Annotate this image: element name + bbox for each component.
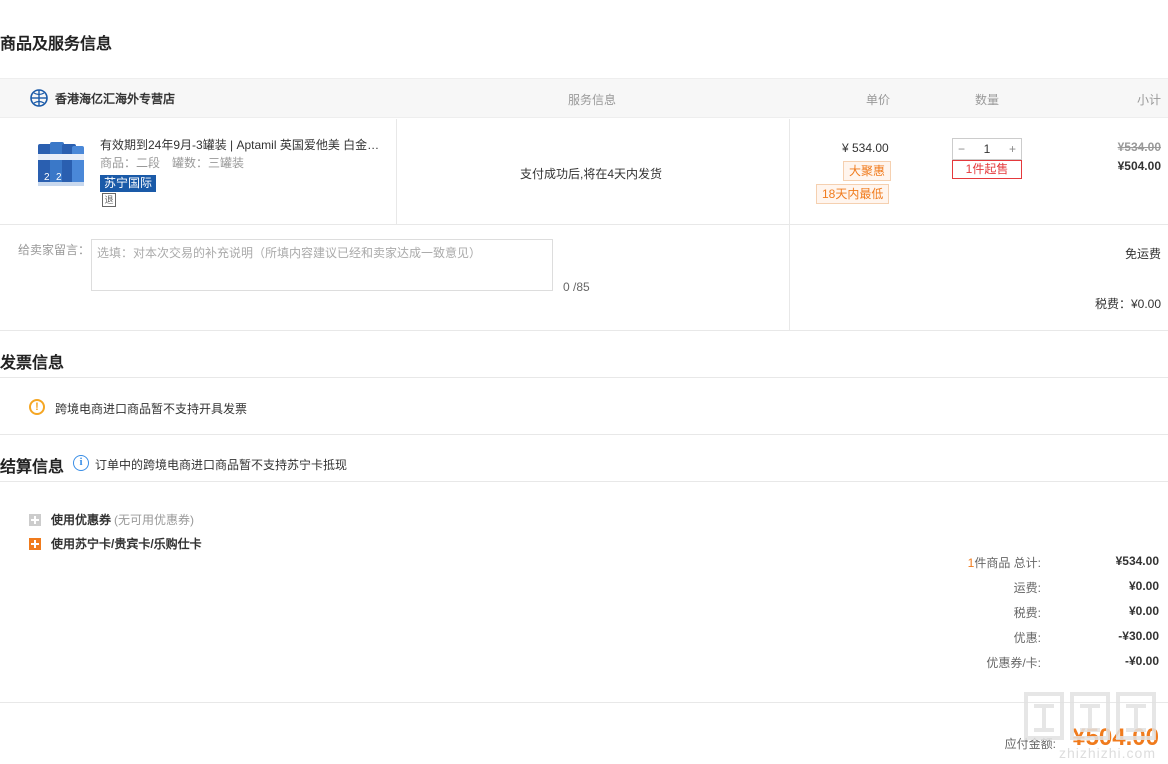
divider [0, 224, 1168, 225]
use-coupon-toggle[interactable]: 使用优惠券 (无可用优惠券) [29, 511, 194, 528]
coupon-availability: (无可用优惠券) [114, 513, 195, 527]
shop-name: 香港海亿汇海外专营店 [55, 91, 176, 106]
seller-message-input[interactable] [91, 239, 553, 291]
divider [0, 330, 1168, 331]
expand-icon [29, 537, 41, 550]
seller-message-label: 给卖家留言： [18, 243, 91, 257]
goods-total: ¥534.00 [1115, 554, 1159, 568]
warning-icon: ! [29, 399, 45, 415]
discount-value: -¥30.00 [1118, 629, 1159, 643]
invoice-section-title: 发票信息 [0, 355, 65, 372]
lowest-price-tag: 18天内最低 [816, 184, 890, 204]
col-price: 单价 [866, 93, 891, 107]
qty-plus-button[interactable]: + [1009, 142, 1016, 156]
use-coupon-label: 使用优惠券 [51, 513, 112, 527]
divider [396, 119, 397, 224]
coupon-card-label: 优惠券/卡: [986, 656, 1041, 670]
item-count-label: 1件商品 总计: [968, 554, 1041, 571]
promo-tag: 大聚惠 [843, 161, 892, 181]
use-card-toggle[interactable]: 使用苏宁卡/贵宾卡/乐购仕卡 [29, 535, 202, 552]
divider [0, 377, 1168, 378]
svg-text:2: 2 [44, 172, 50, 183]
tax-fee: 税费：¥0.00 [1094, 297, 1161, 311]
settle-section-title: 结算信息 [0, 459, 65, 476]
info-icon: i [73, 455, 89, 471]
col-qty: 数量 [975, 93, 1000, 107]
divider [0, 434, 1168, 435]
quantity-stepper: − 1 + [952, 138, 1022, 160]
shop-name-link[interactable]: 香港海亿汇海外专营店 [30, 89, 175, 107]
col-service: 服务信息 [568, 93, 617, 107]
globe-icon [30, 89, 48, 107]
expand-icon [29, 513, 41, 526]
tax-label: 税费: [1013, 606, 1041, 620]
discount-label: 优惠: [1013, 631, 1041, 645]
suning-international-badge: 苏宁国际 [100, 175, 157, 192]
attr-goods: 商品：二段 [100, 156, 161, 170]
goods-section-title: 商品及服务信息 [0, 36, 113, 53]
qty-minus-button[interactable]: − [958, 142, 965, 156]
invoice-note: 跨境电商进口商品暂不支持开具发票 [55, 402, 248, 416]
service-info: 支付成功后,将在4天内发货 [520, 167, 663, 181]
attr-cans: 罐数：三罐装 [172, 156, 245, 170]
goods-table-header: 香港海亿汇海外专营店 服务信息 单价 数量 小计 [0, 78, 1168, 118]
subtotal: ¥504.00 [1117, 159, 1161, 173]
qty-value[interactable]: 1 [984, 142, 991, 156]
min-purchase-badge: 1件起售 [952, 160, 1022, 179]
product-attributes: 商品：二段 罐数：三罐装 [100, 154, 256, 171]
svg-text:2: 2 [56, 172, 62, 183]
unit-price: ¥ 534.00 [842, 141, 889, 155]
coupon-card-value: -¥0.00 [1124, 654, 1159, 668]
product-name-link[interactable]: 有效期到24年9月-3罐装 | Aptamil 英国爱他美 白金版 2段 [100, 136, 382, 153]
message-char-count: 0 /85 [563, 280, 590, 294]
product-image[interactable]: 2 2 [36, 140, 86, 188]
return-policy-icon: 退 [102, 193, 116, 207]
item-count-suffix: 件商品 总计: [974, 556, 1041, 570]
shipping-fee: 免运费 [1124, 247, 1161, 261]
divider [0, 702, 1168, 703]
freight-value: ¥0.00 [1128, 579, 1159, 593]
watermark-text: zhizhizhi.com [1058, 745, 1156, 761]
freight-label: 运费: [1013, 581, 1041, 595]
settle-note: 订单中的跨境电商进口商品暂不支持苏宁卡抵现 [95, 458, 348, 472]
col-subtotal: 小计 [1136, 93, 1161, 107]
original-subtotal: ¥534.00 [1117, 140, 1161, 154]
divider [0, 481, 1168, 482]
use-card-label: 使用苏宁卡/贵宾卡/乐购仕卡 [51, 537, 202, 551]
tax-value: ¥0.00 [1128, 604, 1159, 618]
